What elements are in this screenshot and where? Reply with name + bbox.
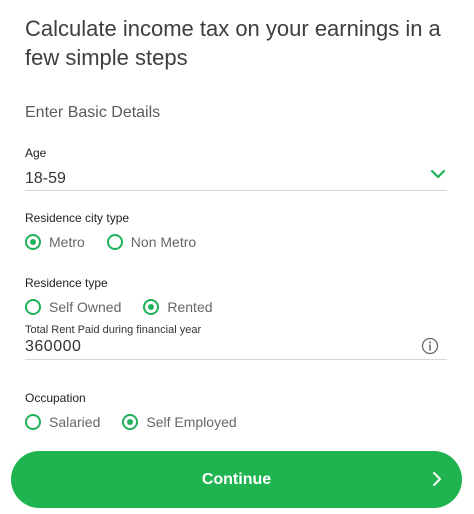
chevron-right-icon xyxy=(433,472,441,486)
radio-checked-icon xyxy=(143,299,160,315)
radio-rented[interactable]: Rented xyxy=(143,299,213,315)
residence-city-label: Residence city type xyxy=(25,211,130,225)
radio-label: Rented xyxy=(167,299,213,315)
radio-self-owned[interactable]: Self Owned xyxy=(25,299,121,315)
rent-label: Total Rent Paid during financial year xyxy=(25,324,202,336)
chevron-down-icon[interactable] xyxy=(428,164,448,184)
section-label: Enter Basic Details xyxy=(25,104,161,121)
radio-unchecked-icon xyxy=(25,414,41,430)
radio-metro[interactable]: Metro xyxy=(25,234,85,250)
residence-city-options: Metro Non Metro xyxy=(25,234,218,250)
residence-type-options: Self Owned Rented xyxy=(25,299,235,315)
age-underline xyxy=(25,190,447,191)
radio-unchecked-icon xyxy=(106,234,123,250)
radio-label: Self Owned xyxy=(49,299,122,315)
occupation-label: Occupation xyxy=(25,391,86,405)
radio-checked-icon xyxy=(25,234,41,250)
radio-non-metro[interactable]: Non Metro xyxy=(106,234,197,250)
continue-button[interactable]: Continue xyxy=(11,451,462,508)
rent-input[interactable]: 360000 xyxy=(25,338,81,356)
radio-label: Self Employed xyxy=(146,414,237,430)
page-title: Calculate income tax on your earnings in… xyxy=(25,16,441,70)
rent-underline xyxy=(25,359,447,360)
radio-unchecked-icon xyxy=(25,299,41,315)
occupation-options: Salaried Self Employed xyxy=(25,414,259,430)
radio-label: Non Metro xyxy=(130,234,197,250)
age-label: Age xyxy=(25,146,47,160)
age-select[interactable]: 18-59 xyxy=(25,170,66,188)
continue-label: Continue xyxy=(201,470,272,488)
residence-type-label: Residence type xyxy=(25,276,108,290)
radio-self-employed[interactable]: Self Employed xyxy=(122,414,237,430)
radio-label: Metro xyxy=(49,234,85,250)
radio-salaried[interactable]: Salaried xyxy=(25,414,100,430)
radio-checked-icon xyxy=(122,414,139,430)
radio-label: Salaried xyxy=(49,414,101,430)
info-icon[interactable] xyxy=(421,337,439,355)
